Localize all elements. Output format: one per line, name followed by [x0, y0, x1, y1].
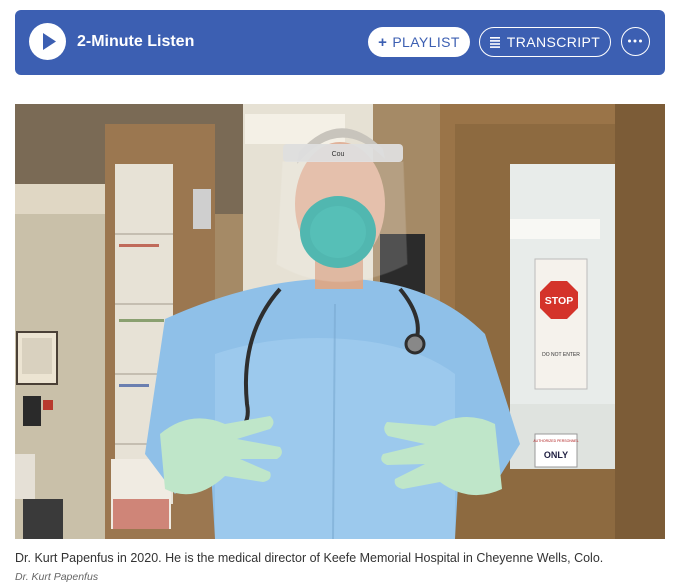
do-not-enter-text: DO NOT ENTER: [542, 352, 580, 358]
transcript-label: TRANSCRIPT: [506, 34, 601, 50]
stop-sign-text: STOP: [545, 295, 573, 307]
photo-credit: Dr. Kurt Papenfus: [15, 571, 99, 583]
playlist-label: PLAYLIST: [392, 34, 460, 50]
article-photo: STOP DO NOT ENTER AUTHORIZED PERSONNEL O…: [15, 104, 665, 539]
authorized-sign-line1: AUTHORIZED PERSONNEL: [533, 439, 578, 443]
transcript-button[interactable]: TRANSCRIPT: [479, 27, 611, 57]
plus-icon: +: [378, 33, 388, 51]
face-shield-brand-text: Cou: [332, 151, 345, 158]
audio-player-bar: 2-Minute Listen + PLAYLIST TRANSCRIPT: [15, 10, 665, 75]
more-options-button[interactable]: [621, 27, 650, 56]
playlist-button[interactable]: + PLAYLIST: [368, 27, 470, 57]
player-title: 2-Minute Listen: [77, 33, 195, 50]
authorized-sign-line2: ONLY: [544, 450, 568, 460]
photo-caption: Dr. Kurt Papenfus in 2020. He is the med…: [15, 551, 604, 565]
doctor-in-ppe-photo: STOP DO NOT ENTER AUTHORIZED PERSONNEL O…: [15, 104, 665, 539]
transcript-lines-icon: [489, 36, 500, 48]
play-icon: [43, 33, 56, 50]
play-button[interactable]: [29, 23, 66, 60]
more-options-icon: [628, 39, 642, 43]
